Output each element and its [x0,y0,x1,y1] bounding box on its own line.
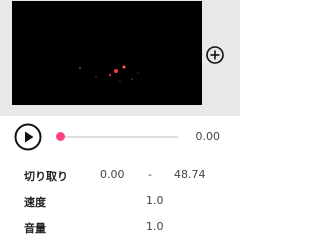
seek-bar[interactable] [60,136,178,138]
trim-separator: - [148,168,152,181]
trim-end-value[interactable]: 48.74 [174,168,206,181]
current-time: 0.00 [195,130,221,143]
play-circle-icon [14,123,42,151]
add-clip-button[interactable] [204,44,226,66]
video-preview[interactable] [12,1,202,105]
video-frame [12,1,202,105]
seek-thumb[interactable] [55,132,65,141]
media-area [0,0,240,116]
volume-label: 音量 [24,222,46,235]
add-circle-icon [206,46,224,64]
speed-label: 速度 [24,196,46,209]
volume-value[interactable]: 1.0 [146,220,164,233]
speed-value[interactable]: 1.0 [146,194,164,207]
play-button[interactable] [14,123,42,151]
trim-label: 切り取り [24,170,68,183]
video-editor-screen: 0.00 切り取り 0.00 - 48.74 速度 1.0 音量 1.0 [0,0,240,240]
trim-start-value[interactable]: 0.00 [100,168,125,181]
